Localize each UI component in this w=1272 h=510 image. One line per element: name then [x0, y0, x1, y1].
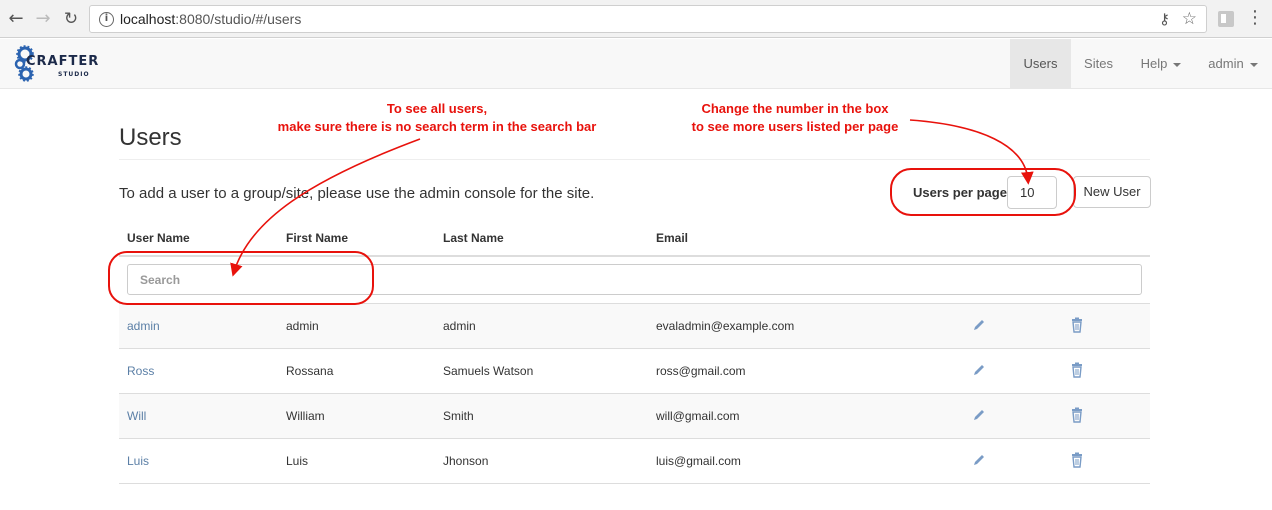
table-row: Will William Smith will@gmail.com: [119, 394, 1150, 439]
crafter-studio-logo[interactable]: CRAFTER STUDIO: [12, 42, 98, 86]
nav-admin-dropdown[interactable]: admin: [1200, 39, 1266, 89]
last-name-cell: Jhonson: [443, 454, 489, 468]
trash-icon[interactable]: [1070, 407, 1084, 423]
pencil-icon[interactable]: [971, 362, 987, 378]
browser-toolbar: ← → ↻ i localhost:8080/studio/#/users ⚷ …: [0, 0, 1272, 38]
address-bar[interactable]: i localhost:8080/studio/#/users ⚷ ☆: [89, 5, 1207, 33]
reload-icon[interactable]: ↻: [61, 8, 81, 30]
extension-icon[interactable]: [1218, 11, 1234, 27]
url-text[interactable]: localhost:8080/studio/#/users: [120, 11, 301, 27]
first-name-cell: admin: [286, 319, 319, 333]
header-divider: [119, 255, 1150, 257]
new-user-button[interactable]: New User: [1073, 176, 1151, 208]
pencil-icon[interactable]: [971, 452, 987, 468]
trash-icon[interactable]: [1070, 452, 1084, 468]
forward-arrow-icon[interactable]: →: [33, 8, 53, 30]
info-icon[interactable]: i: [99, 12, 114, 27]
username-link[interactable]: admin: [127, 319, 160, 333]
last-name-cell: Smith: [443, 409, 474, 423]
users-per-page-label: Users per page:: [913, 185, 1012, 200]
pencil-icon[interactable]: [971, 407, 987, 423]
key-icon[interactable]: ⚷: [1159, 10, 1170, 28]
users-per-page-input[interactable]: [1007, 176, 1057, 209]
search-annotation-line2: make sure there is no search term in the…: [277, 119, 597, 134]
per-page-annotation: Change the number in the box to see more…: [670, 100, 920, 136]
url-host: localhost: [120, 11, 176, 27]
bookmark-star-icon[interactable]: ☆: [1182, 9, 1197, 29]
search-annotation: To see all users, make sure there is no …: [262, 100, 612, 136]
search-input[interactable]: [127, 264, 1142, 295]
column-header-last-name[interactable]: Last Name: [443, 231, 504, 245]
title-divider: [119, 159, 1150, 160]
pencil-icon[interactable]: [971, 317, 987, 333]
trash-icon[interactable]: [1070, 317, 1084, 333]
email-cell: ross@gmail.com: [656, 364, 746, 378]
column-header-first-name[interactable]: First Name: [286, 231, 348, 245]
nav-help-dropdown[interactable]: Help: [1130, 39, 1192, 89]
nav-admin-label: admin: [1208, 56, 1244, 71]
page-title: Users: [119, 124, 182, 151]
browser-menu-icon[interactable]: ⋮: [1246, 7, 1264, 29]
nav-users-label: Users: [1023, 56, 1058, 71]
logo-title: CRAFTER: [26, 54, 100, 69]
nav-sites-label: Sites: [1084, 56, 1113, 71]
intro-text: To add a user to a group/site, please us…: [119, 185, 595, 202]
search-annotation-line1: To see all users,: [386, 101, 488, 116]
username-link[interactable]: Ross: [127, 364, 154, 378]
username-link[interactable]: Will: [127, 409, 146, 423]
username-link[interactable]: Luis: [127, 454, 149, 468]
nav-help-label: Help: [1140, 56, 1168, 71]
email-cell: evaladmin@example.com: [656, 319, 795, 333]
email-cell: luis@gmail.com: [656, 454, 741, 468]
app-navbar: CRAFTER STUDIO Users Sites Help admin: [0, 39, 1272, 89]
back-arrow-icon[interactable]: ←: [6, 8, 26, 30]
first-name-cell: Rossana: [286, 364, 334, 378]
url-path: :8080/studio/#/users: [175, 11, 302, 27]
last-name-cell: admin: [443, 319, 476, 333]
table-row: admin admin admin evaladmin@example.com: [119, 304, 1150, 349]
per-page-annotation-line2: to see more users listed per page: [691, 119, 899, 134]
per-page-annotation-arrow: [909, 119, 1034, 185]
column-header-username[interactable]: User Name: [127, 231, 190, 245]
first-name-cell: William: [286, 409, 325, 423]
nav-sites[interactable]: Sites: [1071, 39, 1126, 89]
caret-down-icon: [1249, 62, 1258, 67]
trash-icon[interactable]: [1070, 362, 1084, 378]
nav-users[interactable]: Users: [1010, 39, 1071, 89]
email-cell: will@gmail.com: [656, 409, 740, 423]
first-name-cell: Luis: [286, 454, 309, 468]
per-page-annotation-line1: Change the number in the box: [701, 101, 889, 116]
table-row: Ross Rossana Samuels Watson ross@gmail.c…: [119, 349, 1150, 394]
table-row: Luis Luis Jhonson luis@gmail.com: [119, 439, 1150, 484]
last-name-cell: Samuels Watson: [443, 364, 534, 378]
caret-down-icon: [1173, 62, 1182, 67]
column-header-email[interactable]: Email: [656, 231, 688, 245]
logo-subtitle: STUDIO: [58, 71, 90, 78]
